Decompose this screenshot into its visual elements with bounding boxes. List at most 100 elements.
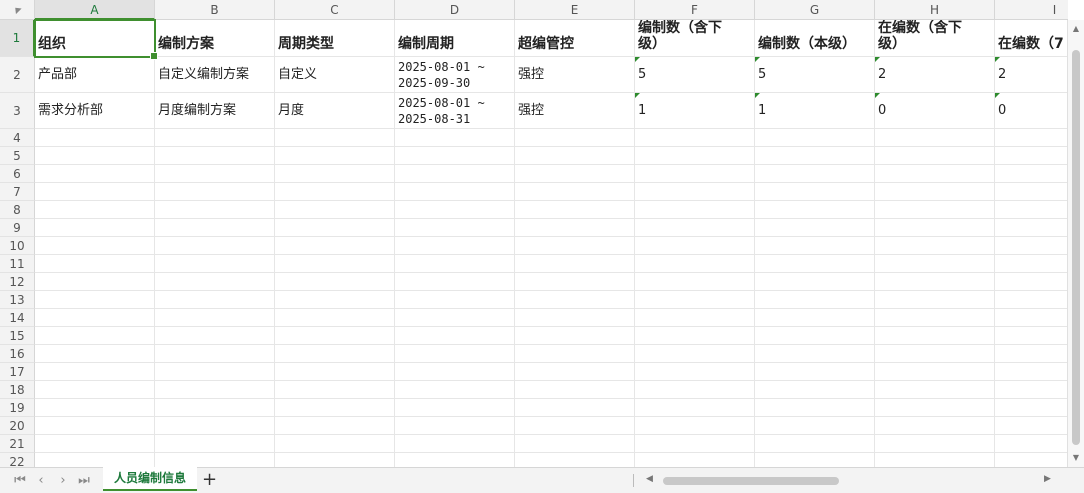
row-header-15[interactable]: 15 [0, 327, 35, 345]
cell-c12[interactable] [275, 273, 395, 291]
cell-e17[interactable] [515, 363, 635, 381]
cell-h21[interactable] [875, 435, 995, 453]
cell-a17[interactable] [35, 363, 155, 381]
cell-h16[interactable] [875, 345, 995, 363]
cell-g11[interactable] [755, 255, 875, 273]
cell-e15[interactable] [515, 327, 635, 345]
cell-h17[interactable] [875, 363, 995, 381]
cell-h8[interactable] [875, 201, 995, 219]
cell-d11[interactable] [395, 255, 515, 273]
cell-i22[interactable] [995, 453, 1068, 467]
cell-b15[interactable] [155, 327, 275, 345]
cell-i5[interactable] [995, 147, 1068, 165]
cell-d1[interactable]: 编制周期 [395, 20, 515, 57]
cell-e14[interactable] [515, 309, 635, 327]
cell-b5[interactable] [155, 147, 275, 165]
cell-d5[interactable] [395, 147, 515, 165]
cell-d17[interactable] [395, 363, 515, 381]
row-header-18[interactable]: 18 [0, 381, 35, 399]
cell-f21[interactable] [635, 435, 755, 453]
cell-c5[interactable] [275, 147, 395, 165]
cell-b22[interactable] [155, 453, 275, 467]
cell-i18[interactable] [995, 381, 1068, 399]
cell-h3[interactable]: 0 [875, 93, 995, 129]
cell-i14[interactable] [995, 309, 1068, 327]
cell-b11[interactable] [155, 255, 275, 273]
column-header-g[interactable]: G [755, 0, 875, 20]
cell-c16[interactable] [275, 345, 395, 363]
cell-h19[interactable] [875, 399, 995, 417]
cell-b21[interactable] [155, 435, 275, 453]
cell-i7[interactable] [995, 183, 1068, 201]
cell-i19[interactable] [995, 399, 1068, 417]
cell-f12[interactable] [635, 273, 755, 291]
cell-b3[interactable]: 月度编制方案 [155, 93, 275, 129]
cell-e18[interactable] [515, 381, 635, 399]
cell-a8[interactable] [35, 201, 155, 219]
cell-f19[interactable] [635, 399, 755, 417]
cell-h15[interactable] [875, 327, 995, 345]
cell-e5[interactable] [515, 147, 635, 165]
cell-g17[interactable] [755, 363, 875, 381]
cell-d9[interactable] [395, 219, 515, 237]
column-header-c[interactable]: C [275, 0, 395, 20]
cell-f10[interactable] [635, 237, 755, 255]
cell-b7[interactable] [155, 183, 275, 201]
cell-g6[interactable] [755, 165, 875, 183]
cell-h6[interactable] [875, 165, 995, 183]
row-header-21[interactable]: 21 [0, 435, 35, 453]
cell-f17[interactable] [635, 363, 755, 381]
cell-c18[interactable] [275, 381, 395, 399]
cell-a15[interactable] [35, 327, 155, 345]
cell-a10[interactable] [35, 237, 155, 255]
cell-h12[interactable] [875, 273, 995, 291]
cell-e12[interactable] [515, 273, 635, 291]
cell-c15[interactable] [275, 327, 395, 345]
cell-e7[interactable] [515, 183, 635, 201]
row-header-4[interactable]: 4 [0, 129, 35, 147]
cell-a5[interactable] [35, 147, 155, 165]
cell-c21[interactable] [275, 435, 395, 453]
cell-i21[interactable] [995, 435, 1068, 453]
cell-d8[interactable] [395, 201, 515, 219]
row-header-17[interactable]: 17 [0, 363, 35, 381]
cell-h7[interactable] [875, 183, 995, 201]
cell-c4[interactable] [275, 129, 395, 147]
cell-f22[interactable] [635, 453, 755, 467]
cell-a14[interactable] [35, 309, 155, 327]
cell-c20[interactable] [275, 417, 395, 435]
cell-a9[interactable] [35, 219, 155, 237]
column-header-i[interactable]: I [995, 0, 1068, 20]
cell-d12[interactable] [395, 273, 515, 291]
cell-i4[interactable] [995, 129, 1068, 147]
cell-g14[interactable] [755, 309, 875, 327]
cell-c13[interactable] [275, 291, 395, 309]
cell-c17[interactable] [275, 363, 395, 381]
cell-i11[interactable] [995, 255, 1068, 273]
cell-g18[interactable] [755, 381, 875, 399]
cell-a4[interactable] [35, 129, 155, 147]
cell-c1[interactable]: 周期类型 [275, 20, 395, 57]
cell-g16[interactable] [755, 345, 875, 363]
cell-h2[interactable]: 2 [875, 57, 995, 93]
scroll-up-arrow-icon[interactable]: ▲ [1068, 22, 1084, 36]
cell-i15[interactable] [995, 327, 1068, 345]
cell-b17[interactable] [155, 363, 275, 381]
cell-e1[interactable]: 超编管控 [515, 20, 635, 57]
cell-c3[interactable]: 月度 [275, 93, 395, 129]
row-header-20[interactable]: 20 [0, 417, 35, 435]
cell-a13[interactable] [35, 291, 155, 309]
cell-d7[interactable] [395, 183, 515, 201]
cell-f15[interactable] [635, 327, 755, 345]
row-header-6[interactable]: 6 [0, 165, 35, 183]
add-sheet-button[interactable]: + [202, 470, 217, 490]
cell-c10[interactable] [275, 237, 395, 255]
sheet-tab-staffing-info[interactable]: 人员编制信息 [103, 467, 197, 491]
cell-g15[interactable] [755, 327, 875, 345]
cell-h22[interactable] [875, 453, 995, 467]
scroll-left-arrow-icon[interactable]: ◀ [646, 474, 653, 484]
row-header-16[interactable]: 16 [0, 345, 35, 363]
cell-a16[interactable] [35, 345, 155, 363]
cell-h14[interactable] [875, 309, 995, 327]
cell-a11[interactable] [35, 255, 155, 273]
